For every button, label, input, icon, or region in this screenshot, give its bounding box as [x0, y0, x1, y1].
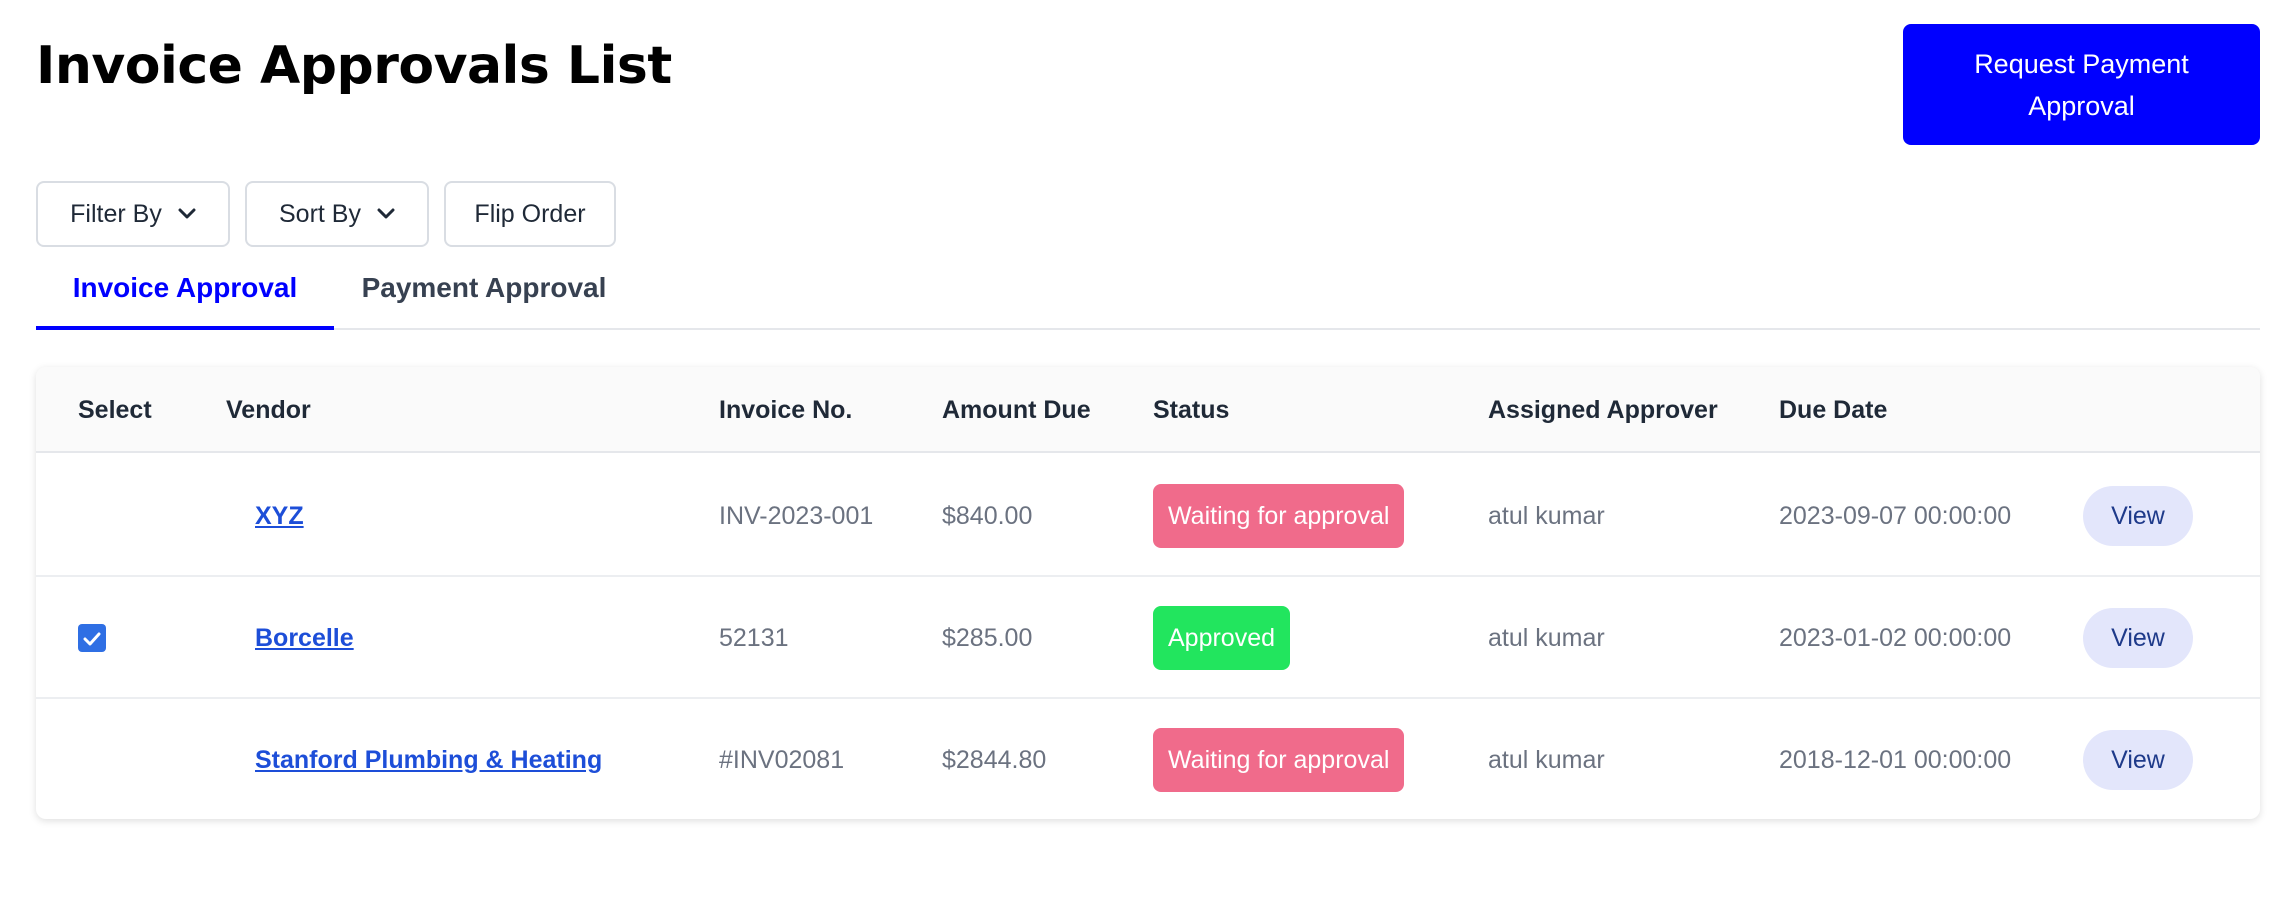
table-row: Stanford Plumbing & Heating #INV02081 $2… [36, 699, 2260, 819]
list-controls: Filter By Sort By Flip Order [36, 181, 616, 247]
sort-by-label: Sort By [279, 199, 361, 228]
invoice-number: INV-2023-001 [719, 501, 874, 530]
column-header-vendor: Vendor [226, 396, 311, 424]
row-select-checkbox[interactable] [78, 624, 106, 652]
page-title: Invoice Approvals List [36, 36, 672, 96]
due-date: 2018-12-01 00:00:00 [1779, 745, 2012, 774]
tab-payment-approval[interactable]: Payment Approval [334, 258, 634, 330]
flip-order-button[interactable]: Flip Order [444, 181, 616, 247]
chevron-down-icon [178, 208, 196, 220]
assigned-approver: atul kumar [1488, 745, 1605, 774]
invoice-number: #INV02081 [719, 745, 845, 774]
assigned-approver: atul kumar [1488, 623, 1605, 652]
filter-by-dropdown[interactable]: Filter By [36, 181, 230, 247]
amount-due: $840.00 [942, 501, 1033, 530]
invoice-table: Select Vendor Invoice No. Amount Due Sta… [36, 367, 2260, 819]
column-header-select: Select [78, 396, 152, 424]
table-row: Borcelle 52131 $285.00 Approved atul kum… [36, 577, 2260, 699]
column-header-due-date: Due Date [1779, 396, 1888, 424]
view-button[interactable]: View [2083, 730, 2193, 790]
status-badge: Waiting for approval [1153, 728, 1405, 792]
assigned-approver: atul kumar [1488, 501, 1605, 530]
vendor-link[interactable]: Borcelle [255, 624, 354, 653]
vendor-link[interactable]: Stanford Plumbing & Heating [255, 746, 602, 775]
column-header-amount-due: Amount Due [942, 396, 1091, 424]
tab-invoice-approval[interactable]: Invoice Approval [36, 258, 334, 330]
chevron-down-icon [377, 208, 395, 220]
status-badge: Waiting for approval [1153, 484, 1405, 548]
table-row: XYZ INV-2023-001 $840.00 Waiting for app… [36, 455, 2260, 577]
vendor-link[interactable]: XYZ [255, 502, 304, 531]
view-button[interactable]: View [2083, 608, 2193, 668]
approval-tabs: Invoice Approval Payment Approval [36, 258, 2260, 330]
table-header: Select Vendor Invoice No. Amount Due Sta… [36, 367, 2260, 453]
column-header-invoice-no: Invoice No. [719, 396, 853, 424]
filter-by-label: Filter By [70, 199, 162, 228]
invoice-number: 52131 [719, 623, 789, 652]
request-payment-approval-button[interactable]: Request Payment Approval [1903, 24, 2260, 145]
check-icon [83, 624, 101, 653]
sort-by-dropdown[interactable]: Sort By [245, 181, 429, 247]
due-date: 2023-09-07 00:00:00 [1779, 501, 2012, 530]
column-header-status: Status [1153, 396, 1230, 424]
view-button[interactable]: View [2083, 486, 2193, 546]
amount-due: $2844.80 [942, 745, 1047, 774]
status-badge: Approved [1153, 606, 1291, 670]
amount-due: $285.00 [942, 623, 1033, 652]
due-date: 2023-01-02 00:00:00 [1779, 623, 2012, 652]
column-header-assigned-approver: Assigned Approver [1488, 396, 1718, 424]
